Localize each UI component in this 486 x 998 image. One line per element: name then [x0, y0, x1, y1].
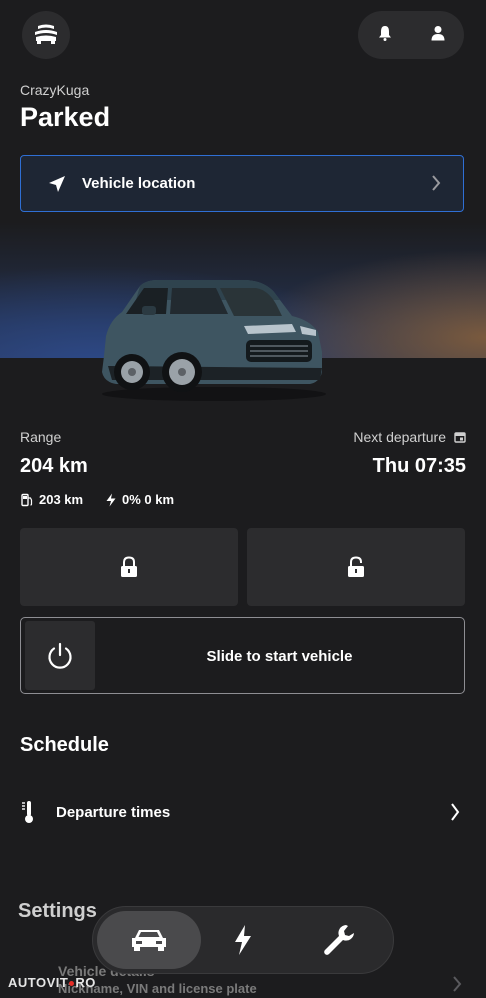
car-icon — [132, 930, 166, 951]
fuel-range-value: 203 km — [39, 492, 84, 507]
electric-range: 0% 0 km — [105, 492, 174, 507]
notifications-button[interactable] — [378, 25, 392, 46]
chevron-right-icon — [451, 803, 460, 821]
departure-times-label: Departure times — [56, 803, 171, 821]
fuel-range: 203 km — [20, 492, 83, 507]
thermometer-icon — [22, 801, 33, 823]
calendar-icon[interactable] — [454, 431, 466, 443]
chevron-right-icon — [453, 976, 462, 992]
departure-times-row[interactable]: Departure times — [20, 792, 464, 832]
next-departure-value: Thu 07:35 — [372, 455, 466, 477]
vehicle-location-label: Vehicle location — [82, 175, 196, 192]
vehicle-location-button[interactable]: Vehicle location — [20, 155, 464, 212]
lock-button[interactable] — [20, 528, 238, 606]
electric-range-value: 0% 0 km — [122, 492, 175, 507]
tab-service[interactable] — [287, 911, 391, 969]
tab-vehicle[interactable] — [97, 911, 201, 969]
start-slider-label: Slide to start vehicle — [206, 648, 353, 665]
lock-closed-icon — [121, 556, 137, 577]
vehicle-nickname: CrazyKuga — [20, 82, 90, 98]
next-departure-label: Next departure — [353, 429, 446, 445]
unlock-button[interactable] — [247, 528, 465, 606]
start-vehicle-slider[interactable]: Slide to start vehicle — [20, 617, 465, 694]
profile-button[interactable] — [431, 25, 445, 46]
chevron-right-icon — [432, 175, 441, 191]
person-icon — [431, 25, 444, 40]
menu-button[interactable] — [22, 11, 70, 59]
fuel-pump-icon — [21, 493, 33, 506]
wrench-icon — [324, 925, 354, 955]
car-front-icon — [35, 24, 57, 44]
lightning-icon — [235, 925, 251, 955]
navigation-arrow-icon — [49, 175, 65, 192]
vehicle-status: Parked — [20, 102, 111, 132]
vehicle-image — [102, 280, 326, 401]
range-label: Range — [20, 429, 62, 445]
tab-charging[interactable] — [191, 911, 295, 969]
lock-open-icon — [348, 556, 364, 577]
schedule-heading: Schedule — [20, 734, 109, 756]
vehicle-hero — [0, 222, 486, 432]
bottom-tab-bar — [92, 906, 394, 974]
bell-icon — [378, 25, 391, 41]
range-value: 204 km — [20, 455, 88, 477]
settings-heading: Settings — [18, 900, 97, 922]
lightning-icon — [106, 493, 116, 506]
header-actions — [358, 11, 464, 59]
watermark: AUTOVIT RO — [8, 975, 96, 990]
